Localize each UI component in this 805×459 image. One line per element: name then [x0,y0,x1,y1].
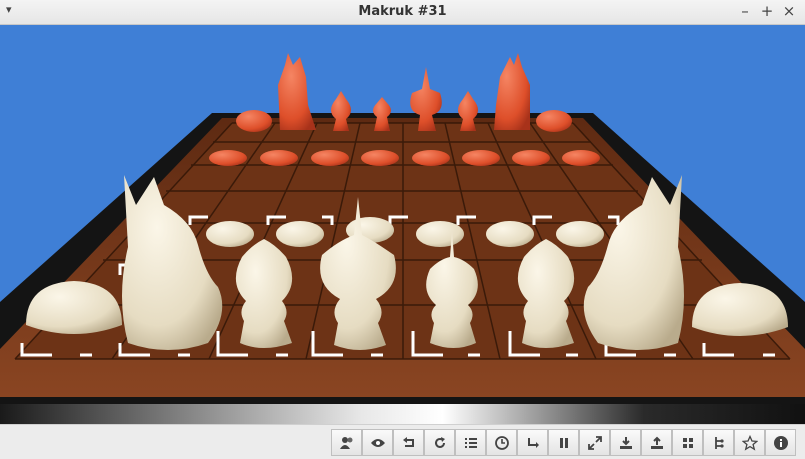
redo-button[interactable] [517,429,548,456]
ivory-khon[interactable] [517,239,575,348]
list-icon [465,438,477,448]
pause-icon [560,438,568,448]
restart-icon [435,437,445,448]
red-ma[interactable] [278,53,316,130]
eye-icon [371,439,385,447]
red-rua[interactable] [536,110,572,132]
info-button[interactable] [765,429,796,456]
undo-icon [403,437,414,447]
ivory-khon[interactable] [235,239,293,348]
app-window: ▾ Makruk #31 – + × [0,0,805,459]
pause-button[interactable] [548,429,579,456]
bottom-toolbar [0,424,805,459]
window-title: Makruk #31 [358,4,447,19]
star-icon [742,435,758,451]
board-3d-view[interactable] [0,25,805,424]
clock-icon [495,436,509,450]
tree-icon [715,437,724,449]
title-bar: ▾ Makruk #31 – + × [0,0,805,25]
board-edge-highlight [0,404,805,424]
tree-button[interactable] [703,429,734,456]
upload-icon [651,436,663,449]
red-met[interactable] [373,97,391,131]
view-button[interactable] [362,429,393,456]
fullscreen-button[interactable] [579,429,610,456]
info-icon [774,436,788,450]
save-button[interactable] [610,429,641,456]
clock-button[interactable] [486,429,517,456]
users-icon [340,437,353,449]
export-button[interactable] [641,429,672,456]
undo-button[interactable] [393,429,424,456]
players-button[interactable] [331,429,362,456]
close-icon[interactable]: × [780,2,798,20]
moves-list-button[interactable] [455,429,486,456]
board-button[interactable] [672,429,703,456]
game-scene[interactable] [0,25,805,424]
grid-icon [683,438,693,448]
expand-icon [588,436,602,450]
red-ma[interactable] [494,53,530,130]
download-icon [620,437,632,449]
red-rua[interactable] [236,110,272,132]
restart-button[interactable] [424,429,455,456]
favorite-button[interactable] [734,429,765,456]
redo-icon [528,438,539,448]
maximize-icon[interactable]: + [758,2,776,20]
minimize-icon[interactable]: – [736,2,754,20]
